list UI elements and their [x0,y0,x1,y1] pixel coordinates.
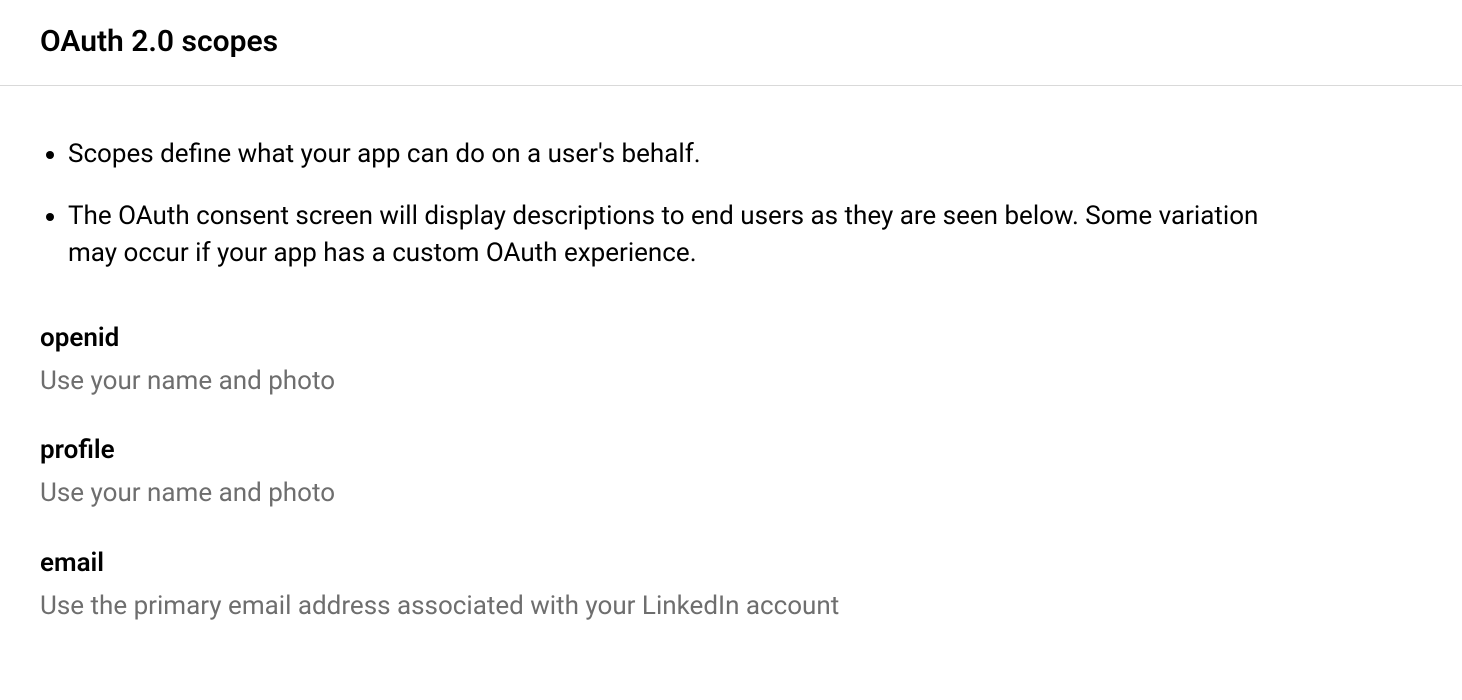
description-list: Scopes define what your app can do on a … [40,136,1422,273]
section-title: OAuth 2.0 scopes [40,24,1422,59]
scope-description: Use the primary email address associated… [40,588,1422,624]
oauth-scopes-section: OAuth 2.0 scopes Scopes define what your… [0,0,1462,700]
scope-description: Use your name and photo [40,475,1422,511]
scope-item-email: email Use the primary email address asso… [40,548,1422,624]
scope-description: Use your name and photo [40,363,1422,399]
scope-item-profile: profile Use your name and photo [40,435,1422,511]
description-bullet: The OAuth consent screen will display de… [68,198,1268,273]
scope-name: profile [40,435,1422,465]
scope-name: email [40,548,1422,578]
scope-item-openid: openid Use your name and photo [40,323,1422,399]
section-divider [0,85,1462,86]
description-bullet: Scopes define what your app can do on a … [68,136,1268,174]
scope-name: openid [40,323,1422,353]
